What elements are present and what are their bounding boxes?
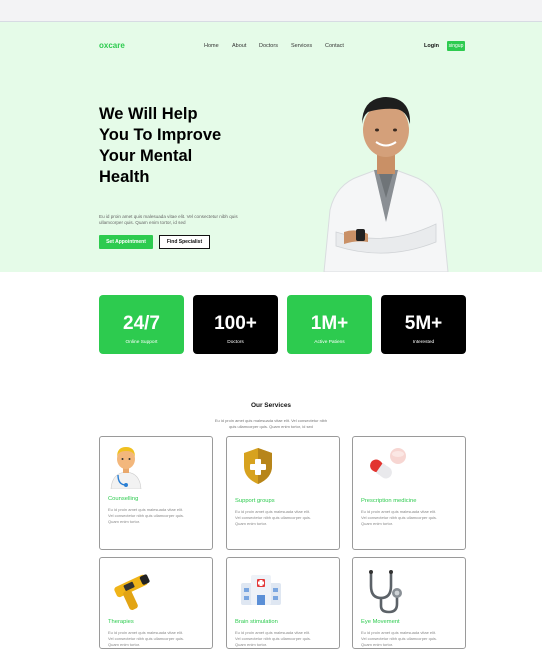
service-card-title: Therapies: [108, 619, 134, 625]
hero-title-line: Health: [99, 168, 150, 186]
nav-contact[interactable]: Contact: [325, 43, 344, 49]
hero-title: We Will Help You To Improve Your Mental …: [99, 104, 249, 188]
service-card-text: Eu id proin amet quis malesuada vitae el…: [361, 509, 438, 526]
nav-doctors[interactable]: Doctors: [259, 43, 278, 49]
logo[interactable]: oxcare: [99, 41, 125, 50]
stat-label: Online Support: [125, 340, 158, 345]
service-card-title: Brain stimulation: [235, 619, 278, 625]
browser-top-strip: [0, 0, 542, 22]
stat-label: Active Patiens: [314, 340, 345, 345]
hero-section: [0, 22, 542, 272]
stat-card: 1M+ Active Patiens: [287, 295, 372, 354]
service-card-text: Eu id proin amet quis malesuada vitae el…: [235, 630, 312, 647]
service-card-support-groups[interactable]: Support groups Eu id proin amet quis mal…: [226, 436, 340, 550]
nav-home[interactable]: Home: [204, 43, 219, 49]
stat-value: 5M+: [404, 313, 443, 334]
stat-value: 24/7: [123, 313, 160, 334]
services-title: Our Services: [250, 402, 292, 409]
signup-button[interactable]: singup: [447, 41, 465, 51]
service-card-title: Eye Movement: [361, 619, 400, 625]
nav-about[interactable]: About: [232, 43, 246, 49]
doctor-photo: [323, 97, 449, 272]
hero-title-line: Your Mental: [99, 147, 193, 165]
services-subtitle: Eu id proin amet quis malesuada vitae el…: [214, 418, 328, 429]
pills-icon: [370, 448, 406, 479]
service-card-title: Support groups: [235, 498, 275, 504]
service-card-text: Eu id proin amet quis malesuada vitae el…: [108, 630, 185, 647]
stat-value: 100+: [214, 313, 257, 334]
hero-description: Eu id proin amet quis malesuada vitae el…: [99, 214, 238, 225]
hero-title-line: You To Improve: [99, 126, 222, 144]
service-card-prescription-medicine[interactable]: Prescription medicine Eu id proin amet q…: [352, 436, 466, 550]
hospital-icon: [241, 575, 281, 605]
service-card-eye-movement[interactable]: Eye Movement Eu id proin amet quis males…: [352, 557, 466, 649]
stethoscope-icon: [369, 570, 402, 614]
nav-services[interactable]: Services: [291, 43, 312, 49]
service-card-text: Eu id proin amet quis malesuada vitae el…: [361, 630, 438, 647]
stat-card: 5M+ Interested: [381, 295, 466, 354]
find-specialist-button[interactable]: Find Specialist: [159, 235, 210, 249]
login-link[interactable]: Login: [424, 43, 439, 49]
service-card-title: Prescription medicine: [361, 498, 417, 504]
service-card-therapies[interactable]: Therapies Eu id proin amet quis malesuad…: [99, 557, 213, 649]
service-card-brain-stimulation[interactable]: Brain stimulation Eu id proin amet quis …: [226, 557, 340, 649]
thermometer-gun-icon: [114, 574, 150, 610]
hero-title-line: We Will Help: [99, 105, 198, 123]
stat-label: Doctors: [227, 340, 244, 345]
service-card-text: Eu id proin amet quis malesuada vitae el…: [235, 509, 312, 526]
stat-value: 1M+: [310, 313, 349, 334]
doctor-avatar-icon: [110, 447, 142, 489]
stat-card: 24/7 Online Support: [99, 295, 184, 354]
service-card-title: Counselling: [108, 496, 139, 502]
stat-card: 100+ Doctors: [193, 295, 278, 354]
set-appointment-button[interactable]: Set Appointment: [99, 235, 153, 249]
service-card-text: Eu id proin amet quis malesuada vitae el…: [108, 507, 185, 524]
shield-cross-icon: [244, 448, 272, 484]
stat-label: Interested: [412, 340, 435, 345]
service-card-counselling[interactable]: Counselling Eu id proin amet quis malesu…: [99, 436, 213, 550]
